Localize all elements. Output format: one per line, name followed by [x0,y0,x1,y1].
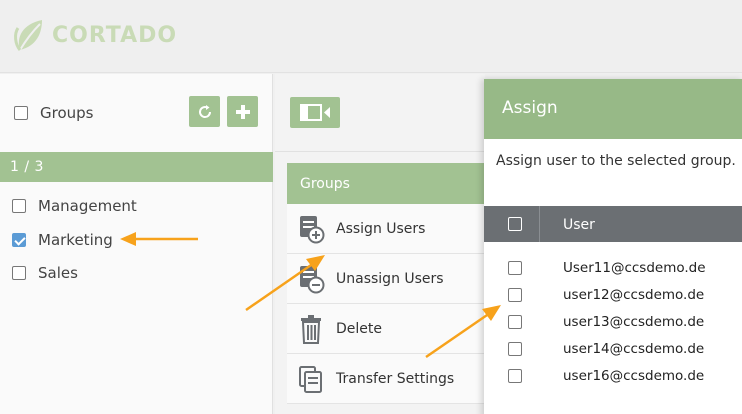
logo: CORTADO [12,16,177,54]
app-header: CORTADO [0,0,742,73]
group-label: Marketing [38,231,113,249]
table-row[interactable]: user14@ccsdemo.de [508,341,704,357]
column-header-user: User [563,217,595,233]
table-row[interactable]: user13@ccsdemo.de [508,314,704,330]
user-checkbox[interactable] [508,342,522,356]
collapse-panel-button[interactable] [290,97,340,128]
table-row[interactable]: user12@ccsdemo.de [508,287,704,303]
select-all-groups-checkbox[interactable] [14,106,28,120]
menu-item-label: Unassign Users [336,270,444,287]
menu-item-delete[interactable]: Delete [287,304,487,354]
group-label: Sales [38,264,78,282]
menu-item-label: Delete [336,320,382,337]
pager: 1 / 3 [0,152,273,182]
user-email: user16@ccsdemo.de [563,368,705,384]
dialog-description: Assign user to the selected group. [496,153,736,169]
groups-header: Groups [14,104,93,122]
add-group-button[interactable] [227,96,258,127]
groups-action-menu: Groups Assign Users Unassign Users Delet… [287,163,487,404]
column-divider [539,206,540,242]
group-item-management[interactable]: Management [12,197,137,215]
sidebar-collapse-icon [300,104,330,121]
menu-title: Groups [287,163,487,204]
group-item-marketing[interactable]: Marketing [12,231,113,249]
assign-dialog: Assign Assign user to the selected group… [484,79,742,414]
user-email: User11@ccsdemo.de [563,260,706,276]
menu-item-label: Assign Users [336,220,426,237]
groups-panel: Groups 1 / 3 Management Marketing Sales [0,74,273,414]
group-checkbox[interactable] [12,199,26,213]
unassign-users-icon [299,265,325,293]
menu-item-assign-users[interactable]: Assign Users [287,204,487,254]
menu-item-label: Transfer Settings [336,370,455,387]
users-table-header: User [484,206,742,242]
actions-panel: Groups Assign Users Unassign Users Delet… [275,74,487,414]
user-checkbox[interactable] [508,288,522,302]
menu-item-transfer-settings[interactable]: Transfer Settings [287,354,487,404]
user-email: user13@ccsdemo.de [563,314,705,330]
group-item-sales[interactable]: Sales [12,264,78,282]
cortado-leaf-icon [14,20,42,51]
group-label: Management [38,197,137,215]
divider [275,151,485,152]
table-row[interactable]: user16@ccsdemo.de [508,368,704,384]
user-email: user14@ccsdemo.de [563,341,705,357]
menu-item-unassign-users[interactable]: Unassign Users [287,254,487,304]
transfer-settings-icon [299,365,324,393]
logo-text: CORTADO [52,22,178,48]
group-checkbox[interactable] [12,233,26,247]
refresh-button[interactable] [189,96,220,127]
assign-users-icon [299,215,325,243]
user-checkbox[interactable] [508,369,522,383]
plus-icon [235,104,250,119]
user-checkbox[interactable] [508,315,522,329]
table-row[interactable]: User11@ccsdemo.de [508,260,706,276]
user-email: user12@ccsdemo.de [563,287,705,303]
dialog-title: Assign [484,79,742,139]
group-checkbox[interactable] [12,266,26,280]
select-all-users-checkbox[interactable] [508,217,522,231]
trash-icon [299,314,324,344]
refresh-icon [198,104,211,118]
groups-header-label: Groups [40,104,94,122]
user-checkbox[interactable] [508,261,522,275]
